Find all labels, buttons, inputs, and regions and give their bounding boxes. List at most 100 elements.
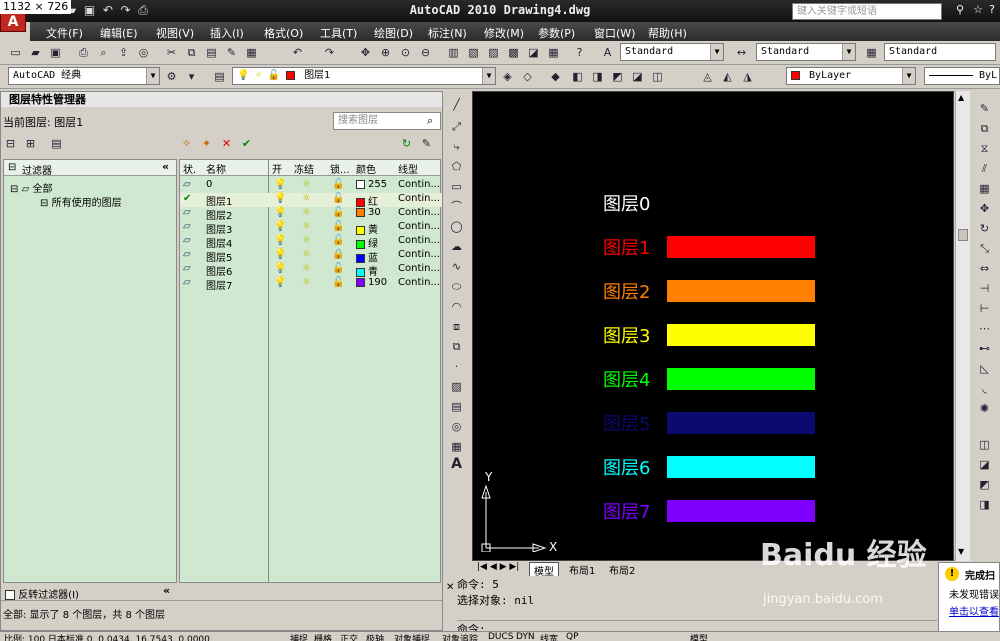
- unlock-icon[interactable]: 🔓: [332, 221, 344, 232]
- menu-draw[interactable]: 绘图(D): [374, 25, 413, 41]
- construction-line-icon[interactable]: ⤢: [449, 119, 464, 134]
- region-icon[interactable]: ◎: [449, 419, 464, 434]
- invert-filter-checkbox[interactable]: [5, 590, 15, 600]
- lock-icon[interactable]: 🔒: [332, 249, 344, 260]
- erase-icon[interactable]: ✎: [977, 101, 992, 116]
- lightbulb-icon[interactable]: 💡: [274, 207, 286, 218]
- text-style-select[interactable]: Standard ▼: [620, 43, 724, 61]
- layer-color[interactable]: 255: [356, 179, 387, 190]
- zoom-window-icon[interactable]: ⊙: [398, 45, 413, 60]
- lightbulb-icon[interactable]: 💡: [274, 249, 286, 260]
- menu-dimension[interactable]: 标注(N): [428, 25, 467, 41]
- new-property-filter-icon[interactable]: ⊟: [3, 136, 18, 151]
- palette-title[interactable]: 图层特性管理器: [1, 92, 442, 107]
- customize-icon[interactable]: ▾: [184, 69, 199, 84]
- layer-states-manager-icon[interactable]: ▤: [49, 136, 64, 151]
- layer-name[interactable]: 图层2: [206, 207, 232, 222]
- status-polar[interactable]: 极轴: [366, 632, 384, 641]
- new-icon[interactable]: ▭: [8, 45, 23, 60]
- menu-modify[interactable]: 修改(M): [484, 25, 524, 41]
- lightbulb-icon[interactable]: 💡: [274, 235, 286, 246]
- save-icon[interactable]: ▣: [48, 45, 63, 60]
- array-icon[interactable]: ▦: [977, 181, 992, 196]
- block-editor-icon[interactable]: ▦: [244, 45, 259, 60]
- help-icon[interactable]: ?: [572, 45, 587, 60]
- zoom-realtime-icon[interactable]: ⊕: [378, 45, 393, 60]
- print-icon[interactable]: ⎙: [138, 3, 148, 17]
- status-qp[interactable]: QP: [566, 632, 579, 641]
- sheet-set-icon[interactable]: ▩: [506, 45, 521, 60]
- layer-merge-icon[interactable]: ◭: [720, 69, 735, 84]
- sun-icon[interactable]: ☼: [302, 235, 311, 246]
- drawing-layer-label[interactable]: 图层5: [603, 410, 650, 436]
- layer-linetype[interactable]: Contin...: [398, 249, 440, 260]
- table-style-icon[interactable]: ▦: [864, 45, 879, 60]
- expand-minus-icon[interactable]: ⊟: [10, 184, 18, 195]
- invert-filter-option[interactable]: 反转过滤器(I): [5, 586, 79, 601]
- col-color[interactable]: 颜色: [356, 161, 376, 176]
- layer-lock-icon[interactable]: ◫: [650, 69, 665, 84]
- draw-order-front-icon[interactable]: ◫: [977, 437, 992, 452]
- undo-icon[interactable]: ↶: [103, 3, 113, 17]
- command-line-handle[interactable]: ✕: [446, 582, 454, 593]
- layer-delete-icon[interactable]: ◮: [740, 69, 755, 84]
- insert-block-icon[interactable]: ⧈: [449, 319, 464, 334]
- paste-icon[interactable]: ▤: [204, 45, 219, 60]
- menu-file[interactable]: 文件(F): [46, 25, 83, 41]
- fillet-icon[interactable]: ◟: [977, 381, 992, 396]
- collapse-icon[interactable]: «: [162, 160, 169, 173]
- workspace-select[interactable]: AutoCAD 经典 ▼: [8, 67, 160, 85]
- unlock-icon[interactable]: 🔓: [332, 235, 344, 246]
- layer-status-icon[interactable]: ▱: [183, 249, 191, 260]
- layer-tools-icon[interactable]: ◆: [548, 69, 563, 84]
- polygon-icon[interactable]: ⬠: [449, 159, 464, 174]
- redo-icon[interactable]: ↷: [322, 45, 337, 60]
- preview-icon[interactable]: ⌕: [96, 45, 111, 60]
- drawing-layer-bar[interactable]: [667, 324, 815, 346]
- layer-color[interactable]: 蓝: [356, 249, 378, 264]
- lightbulb-icon[interactable]: 💡: [274, 263, 286, 274]
- collapse-icon[interactable]: «: [163, 584, 170, 597]
- status-dyn[interactable]: DYN: [516, 632, 535, 641]
- drawing-layer-bar[interactable]: [667, 456, 815, 478]
- lightbulb-icon[interactable]: 💡: [274, 221, 286, 232]
- sun-icon[interactable]: ☼: [302, 179, 311, 190]
- sun-icon[interactable]: ☼: [302, 221, 311, 232]
- layer-color[interactable]: 黄: [356, 221, 378, 236]
- layer-linetype[interactable]: Contin...: [398, 207, 440, 218]
- copy-icon[interactable]: ⧉: [184, 45, 199, 60]
- layer-color[interactable]: 绿: [356, 235, 378, 250]
- filter-used-node[interactable]: ⊟ 所有使用的图层: [40, 194, 122, 209]
- refresh-icon[interactable]: ↻: [399, 136, 414, 151]
- drawing-layer-label[interactable]: 图层2: [603, 278, 650, 304]
- layer-name[interactable]: 图层7: [206, 277, 232, 292]
- unlock-icon[interactable]: 🔓: [332, 193, 344, 204]
- drawing-layer-label[interactable]: 图层0: [603, 190, 650, 216]
- layer-linetype[interactable]: Contin...: [398, 179, 440, 190]
- text-style-icon[interactable]: A: [600, 45, 615, 60]
- layer-name[interactable]: 图层6: [206, 263, 232, 278]
- layer-name[interactable]: 图层1: [206, 193, 232, 208]
- sun-icon[interactable]: ☼: [302, 249, 311, 260]
- lightbulb-icon[interactable]: 💡: [274, 179, 286, 190]
- layer-match-icon[interactable]: ◨: [590, 69, 605, 84]
- stretch-icon[interactable]: ⇔: [977, 261, 992, 276]
- layer-linetype[interactable]: Contin...: [398, 277, 440, 288]
- layer-walk-icon[interactable]: ◬: [700, 69, 715, 84]
- break-icon[interactable]: ⋯: [977, 321, 992, 336]
- layer-row[interactable]: ▱ 0 💡 ☼ 🔓 Contin... 255: [180, 179, 442, 193]
- layer-linetype[interactable]: Contin...: [398, 221, 440, 232]
- col-name[interactable]: 名称: [206, 161, 226, 176]
- layer-row[interactable]: ▱ 图层5 💡 ☼ 🔒 Contin... 蓝: [180, 249, 442, 264]
- drawing-layer-label[interactable]: 图层7: [603, 498, 650, 524]
- make-current-icon[interactable]: ◈: [500, 69, 515, 84]
- drawing-layer-bar[interactable]: [667, 368, 815, 390]
- sun-icon[interactable]: ☼: [302, 277, 311, 288]
- revision-cloud-icon[interactable]: ☁: [449, 239, 464, 254]
- hatch-icon[interactable]: ▨: [449, 379, 464, 394]
- dim-style-select[interactable]: Standard ▼: [756, 43, 856, 61]
- col-freeze[interactable]: 冻结: [294, 161, 314, 176]
- table-icon[interactable]: ▦: [449, 439, 464, 454]
- tab-layout2[interactable]: 布局2: [605, 562, 639, 577]
- layer-row[interactable]: ▱ 图层4 💡 ☼ 🔓 Contin... 绿: [180, 235, 442, 250]
